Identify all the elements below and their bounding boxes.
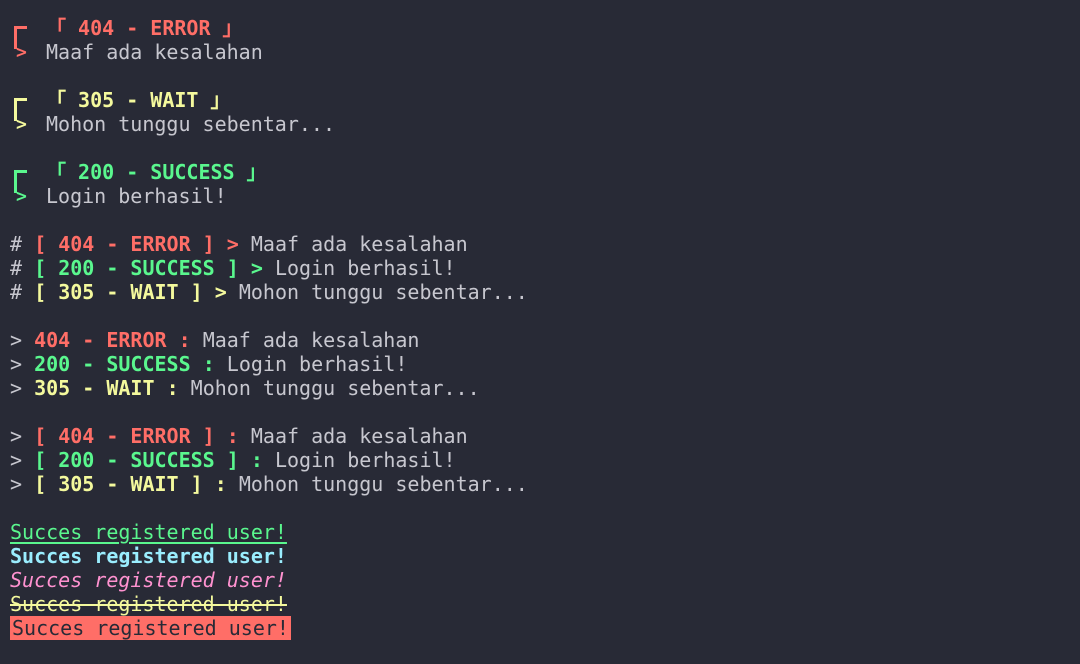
bracket-wait-line: > [ 305 - WAIT ] : Mohon tunggu sebentar… [10,472,528,496]
bracket-error-line: > [ 404 - ERROR ] : Maaf ada kesalahan [10,424,468,448]
arrow-right-icon: > [16,114,27,135]
underline-success-text: Succes registered user! [10,520,287,544]
boxed-success-message: Login berhasil! [46,184,227,208]
boxed-wait-block: > 「 305 - WAIT 」 Mohon tunggu sebentar..… [10,86,410,136]
italic-success-text: Succes registered user! [10,568,287,592]
boxed-error-block: > 「 404 - ERROR 」 Maaf ada kesalahan [10,14,410,64]
strikethrough-success-text: Succes registered user! [10,592,287,616]
boxed-success-block: > 「 200 - SUCCESS 」 Login berhasil! [10,158,410,208]
boxed-error-message: Maaf ada kesalahan [46,40,263,64]
bold-success-text: Succes registered user! [10,544,287,568]
hash-success-line: # [ 200 - SUCCESS ] > Login berhasil! [10,256,456,280]
arrow-right-icon: > [16,186,27,207]
hash-wait-line: # [ 305 - WAIT ] > Mohon tunggu sebentar… [10,280,528,304]
terminal-output: > 「 404 - ERROR 」 Maaf ada kesalahan > 「… [0,0,1080,664]
hash-error-line: # [ 404 - ERROR ] > Maaf ada kesalahan [10,232,468,256]
highlighted-success-text: Succes registered user! [10,616,291,640]
boxed-wait-title: 「 305 - WAIT 」 [46,88,231,112]
arrow-wait-line: > 305 - WAIT : Mohon tunggu sebentar... [10,376,480,400]
boxed-wait-message: Mohon tunggu sebentar... [46,112,335,136]
arrow-success-line: > 200 - SUCCESS : Login berhasil! [10,352,408,376]
boxed-error-title: 「 404 - ERROR 」 [46,16,243,40]
background-success-line: Succes registered user! [10,616,291,640]
boxed-success-title: 「 200 - SUCCESS 」 [46,160,267,184]
arrow-error-line: > 404 - ERROR : Maaf ada kesalahan [10,328,420,352]
bracket-success-line: > [ 200 - SUCCESS ] : Login berhasil! [10,448,456,472]
arrow-right-icon: > [16,42,27,63]
